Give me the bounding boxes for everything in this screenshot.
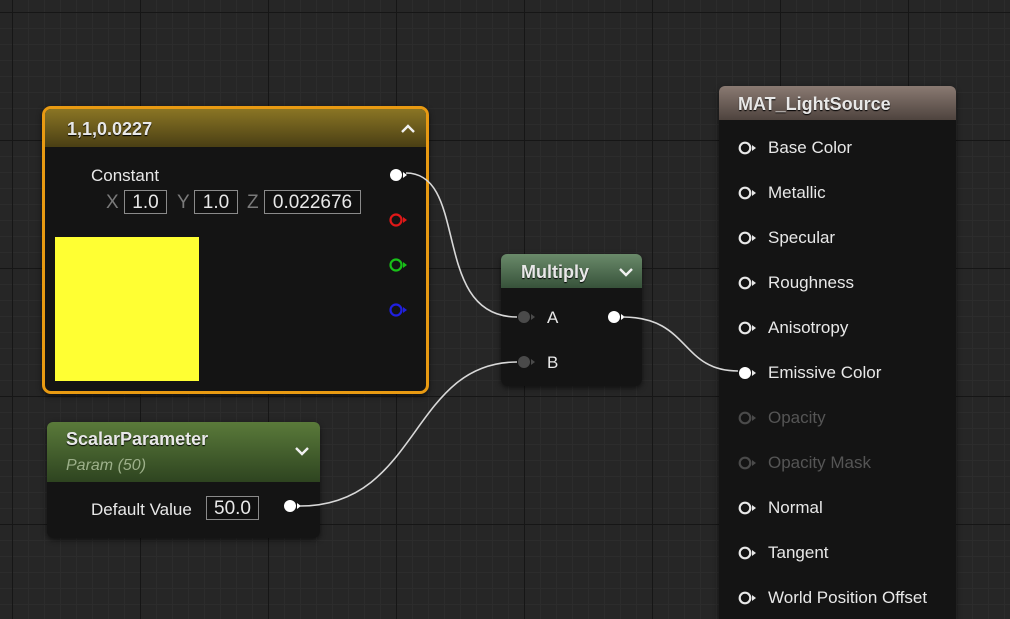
scalar-parameter-subtitle: Param (50) [66, 457, 147, 474]
multiply-node[interactable]: Multiply A B [501, 254, 642, 386]
material-input-pin[interactable] [738, 366, 756, 380]
constant-node-header[interactable]: 1,1,0.0227 [45, 109, 426, 147]
material-input-pin [738, 456, 756, 470]
material-input-label: Opacity Mask [768, 453, 871, 472]
scalar-parameter-header[interactable]: ScalarParameter Param (50) [47, 422, 320, 482]
material-node-title: MAT_LightSource [738, 94, 891, 114]
input-a-label: A [547, 308, 559, 327]
multiply-node-header[interactable]: Multiply [501, 254, 642, 288]
y-value-field[interactable]: 1.0 [194, 190, 238, 214]
material-input-pin[interactable] [738, 321, 756, 335]
input-b-label: B [547, 353, 559, 372]
z-axis-label: Z [247, 192, 259, 213]
constant-node-title: 1,1,0.0227 [67, 119, 153, 139]
output-b-pin[interactable] [389, 303, 407, 317]
input-b-pin[interactable] [517, 355, 535, 369]
chevron-up-icon[interactable] [400, 121, 416, 137]
material-input-pin[interactable] [738, 501, 756, 515]
constant-node[interactable]: 1,1,0.0227 Constant X 1.0 Y 1.0 Z 0.0226… [42, 106, 429, 394]
chevron-down-icon[interactable] [618, 264, 634, 280]
material-input-pin[interactable] [738, 591, 756, 605]
material-input-label: Base Color [768, 138, 853, 157]
default-value-label: Default Value [91, 500, 192, 519]
x-axis-label: X [106, 192, 119, 213]
material-input-label: Metallic [768, 183, 826, 202]
material-input-label: Anisotropy [768, 318, 849, 337]
constant-label: Constant [91, 166, 160, 185]
material-result-node[interactable]: MAT_LightSource Base Color Metallic Specul… [719, 86, 956, 619]
material-input-label: Roughness [768, 273, 855, 292]
material-input-label: Opacity [768, 408, 826, 427]
output-rgba-pin[interactable] [389, 168, 407, 182]
material-input-pin[interactable] [738, 546, 756, 560]
scalar-parameter-title: ScalarParameter [66, 429, 209, 449]
material-node-header[interactable]: MAT_LightSource [719, 86, 956, 120]
material-input-pin[interactable] [738, 231, 756, 245]
scalar-parameter-node[interactable]: ScalarParameter Param (50) Default Value… [47, 422, 320, 538]
input-a-pin[interactable] [517, 310, 535, 324]
material-input-label: Emissive Color [768, 363, 882, 382]
multiply-node-title: Multiply [521, 262, 589, 282]
material-input-label: World Position Offset [768, 588, 928, 607]
material-input-pin[interactable] [738, 141, 756, 155]
y-axis-label: Y [177, 192, 190, 213]
default-value-field[interactable]: 50.0 [206, 496, 259, 520]
multiply-output-pin[interactable] [607, 310, 625, 324]
z-value-field[interactable]: 0.022676 [264, 190, 361, 214]
color-preview-swatch [55, 237, 199, 381]
output-r-pin[interactable] [389, 213, 407, 227]
material-input-pin[interactable] [738, 186, 756, 200]
material-input-label: Normal [768, 498, 823, 517]
material-input-pin[interactable] [738, 276, 756, 290]
material-input-pin [738, 411, 756, 425]
scalar-output-pin[interactable] [283, 499, 301, 513]
material-input-label: Specular [768, 228, 836, 247]
x-value-field[interactable]: 1.0 [124, 190, 167, 214]
chevron-down-icon[interactable] [294, 443, 310, 459]
output-g-pin[interactable] [389, 258, 407, 272]
material-input-label: Tangent [768, 543, 829, 562]
